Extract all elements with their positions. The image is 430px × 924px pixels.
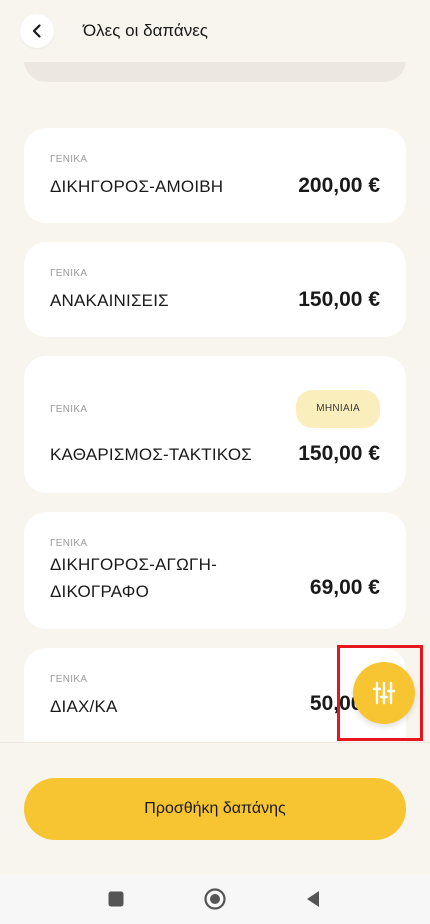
expense-category: ΓΕΝΙΚΑ — [50, 404, 88, 415]
expense-list[interactable]: ΓΕΝΙΚΑ ΔΙΚΗΓΟΡΟΣ-ΑΜΟΙΒΗ 200,00 € ΓΕΝΙΚΑ … — [0, 62, 430, 742]
frequency-badge: ΜΗΝΙΑΙΑ — [296, 390, 380, 428]
expense-card[interactable]: ΓΕΝΙΚΑ ΔΙΚΗΓΟΡΟΣ-ΑΜΟΙΒΗ 200,00 € — [24, 128, 406, 223]
expense-card[interactable]: ΓΕΝΙΚΑ ΔΙΚΗΓΟΡΟΣ-ΑΓΩΓΗ- ΔΙΚΟΓΡΑΦΟ 69,00 … — [24, 512, 406, 629]
expense-name-line-2: ΔΙΚΟΓΡΑΦΟ — [50, 582, 149, 601]
expense-name: ΔΙΑΧ/ΚΑ — [50, 697, 118, 716]
triangle-back-icon — [307, 891, 319, 907]
expense-name: ΚΑΘΑΡΙΣΜΟΣ-ΤΑΚΤΙΚΟΣ — [50, 445, 252, 464]
expense-name: ΑΝΑΚΑΙΝΙΣΕΙΣ — [50, 291, 169, 310]
back-button[interactable] — [20, 14, 54, 48]
previous-card-edge — [24, 62, 406, 82]
expense-amount: 150,00 € — [298, 288, 380, 311]
chevron-left-icon — [32, 24, 41, 38]
expense-card[interactable]: ΓΕΝΙΚΑ ΜΗΝΙΑΙΑ ΚΑΘΑΡΙΣΜΟΣ-ΤΑΚΤΙΚΟΣ 150,0… — [24, 356, 406, 493]
page-title: Όλες οι δαπάνες — [83, 21, 208, 40]
highlight-box — [337, 645, 423, 741]
expense-card[interactable]: ΓΕΝΙΚΑ ΑΝΑΚΑΙΝΙΣΕΙΣ 150,00 € — [24, 242, 406, 337]
expense-amount: 200,00 € — [298, 174, 380, 197]
nav-back-button[interactable] — [293, 874, 333, 924]
expense-category: ΓΕΝΙΚΑ — [50, 674, 88, 685]
add-expense-button[interactable]: Προσθήκη δαπάνης — [24, 778, 406, 840]
nav-recents-button[interactable] — [96, 874, 136, 924]
expense-name-line-1: ΔΙΚΗΓΟΡΟΣ-ΑΓΩΓΗ- — [50, 555, 217, 574]
expense-category: ΓΕΝΙΚΑ — [50, 154, 88, 165]
expense-amount: 69,00 € — [309, 576, 380, 599]
app-header: Όλες οι δαπάνες — [0, 0, 430, 62]
square-icon — [108, 891, 124, 907]
expense-amount: 150,00 € — [298, 442, 380, 465]
expense-category: ΓΕΝΙΚΑ — [50, 268, 88, 279]
bottom-action-bar: Προσθήκη δαπάνης — [0, 742, 430, 874]
expense-category: ΓΕΝΙΚΑ — [50, 538, 88, 549]
expense-name: ΔΙΚΗΓΟΡΟΣ-ΑΜΟΙΒΗ — [50, 177, 224, 196]
nav-home-button[interactable] — [195, 874, 235, 924]
system-nav-bar — [0, 874, 430, 924]
circle-icon — [204, 888, 226, 910]
